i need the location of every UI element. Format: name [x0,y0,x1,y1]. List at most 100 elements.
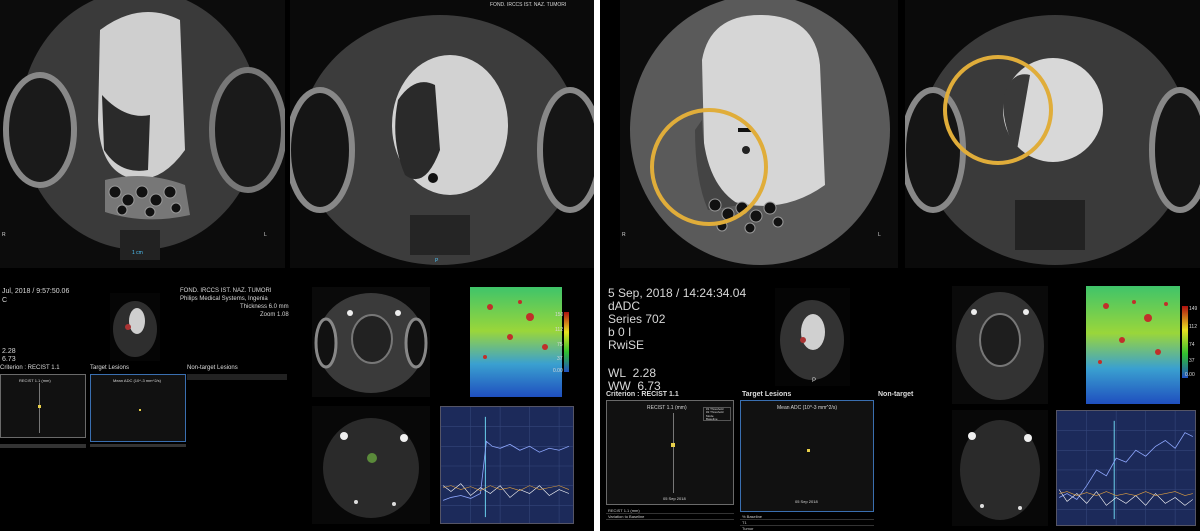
adc-x-label: 05 Sep 2018 [795,499,818,504]
table-cell: Variation to Baseline [608,514,645,519]
mri-diffusion-image [952,410,1048,526]
table-cell: % Baseline [742,514,763,519]
recist-data-point [671,443,675,447]
colorbar-tick: 112 [555,327,563,333]
orientation-left-label: R [622,232,626,238]
recist-table-right: RECIST 1.1 (mm) Variation to Baseline [606,508,734,520]
adc-table-left [90,444,186,447]
b-value-label: b 0 I [608,325,632,339]
adc-colormap-image [470,287,562,397]
signal-curve-svg [441,407,573,523]
thumbnail-right[interactable] [775,288,850,386]
mri-diffusion-view-left[interactable] [312,406,430,524]
vendor-info: Philips Medical Systems, Ingenia [180,296,268,302]
mri-coronal-view-left[interactable]: L R 1 cm [0,0,285,268]
adc-colormap-right[interactable] [1086,286,1180,404]
colorbar-right [1182,306,1188,378]
colorbar-tick: 37 [1189,358,1195,364]
table-cell: Tumor [742,526,754,531]
adc-chart-title: Mean ADC (10^-3 mm^2/s) [113,378,161,383]
thickness-info: Thickness 6.0 mm [240,304,289,310]
signal-curve-chart-right[interactable] [1056,410,1196,526]
adc-colormap-left[interactable] [470,287,562,397]
colorbar-tick: 0.00 [1185,372,1195,378]
study-datetime: Jul, 2018 / 9:57:50.06 [2,288,70,295]
adc-chart-box[interactable]: Mean ADC (10^-3 mm^2/s) 05 Sep 2018 [740,400,874,512]
sequence-label: RwiSE [608,338,645,352]
thumbnail-image [110,293,160,361]
colorbar-tick: 37 [557,356,563,362]
nontarget-lesions-header: Non-target Lesions [187,365,238,371]
study-datetime: 5 Sep, 2018 / 14:24:34.04 [608,286,747,300]
criterion-label: Criterion : RECIST 1.1 [606,391,679,398]
signal-curve-svg [1057,411,1195,525]
wl-label: WL 2.28 [608,366,657,380]
colorbar-tick: 0.00 [553,368,563,374]
legend-item: Baseline [706,417,718,422]
colorbar-tick: 149 [1189,306,1198,312]
recist-chart-box[interactable]: RECIST 1.1 (mm) [0,374,86,438]
adc-chart-title: Mean ADC (10^-3 mm^2/s) [777,405,837,411]
recist-chart-title: RECIST 1.1 (mm) [19,378,51,383]
adc-chart-box[interactable]: Mean ADC (10^-3 mm^2/s) [90,374,186,442]
nontarget-lesions-header: Non-target [878,391,914,398]
colorbar-tick: 112 [1189,324,1197,330]
adc-data-point [139,409,141,411]
orientation-left-label: R [2,232,6,238]
colorbar-tick: 150 [555,312,564,318]
table-cell: RECIST 1.1 (mm) [608,508,640,513]
table-row [0,447,86,448]
orientation-right-label: L [878,232,881,238]
wl-value: 2.28 [632,366,657,380]
series-label: Series 702 [608,312,666,326]
recist-chart-box[interactable]: RECIST 1.1 (mm) 05 Sep 2018 #1 Threshold… [606,400,734,505]
mri-axial-image [290,0,594,268]
zoom-info: Zoom 1.08 [260,312,289,318]
right-viewer-panel: L R 5 Sep, 2018 / 14:24:34.04 dADC Serie… [600,0,1200,531]
hospital-label: FOND. IRCCS IST. NAZ. TUMORI [490,2,567,8]
scale-label: 1 cm [132,250,143,256]
table-row: Tumor [740,526,874,531]
mri-diffusion-view-right[interactable] [952,410,1048,526]
wl-value: 2.28 [2,348,16,355]
mri-dwi-view-left[interactable] [312,287,430,397]
mri-dwi-image [312,287,430,397]
mri-dwi-view-right[interactable] [952,286,1048,404]
signal-curve-chart-left[interactable] [440,406,574,524]
mri-coronal-image [0,0,285,268]
orientation-bottom-label: P [812,378,817,384]
recist-axis-line [39,383,40,433]
left-viewer-panel: L R 1 cm FOND. IRCCS IST. NAZ. TUMORI P … [0,0,594,531]
recist-legend: #1 Threshold #2 Threshold Mode Baseline [703,407,731,421]
series-prefix: C [2,297,8,304]
thumbnail-left[interactable] [110,293,160,361]
colorbar-tick: 74 [1189,342,1195,348]
orientation-bottom-label: P [435,258,439,264]
recist-data-point [38,405,41,408]
map-label: dADC [608,299,641,313]
table-row: Variation to Baseline [606,514,734,520]
mri-axial-view-left[interactable]: FOND. IRCCS IST. NAZ. TUMORI P [290,0,594,268]
recist-axis-line [673,413,674,493]
lesion-highlight-ring [650,108,768,226]
colorbar-left [564,312,569,372]
adc-data-point [807,449,810,452]
adc-table-right: % Baseline T1 Tumor [740,514,874,531]
lesion-highlight-ring [943,55,1053,165]
nontarget-strip [187,374,287,380]
colorbar-tick: 75 [557,342,563,348]
table-row [90,446,186,447]
mri-diffusion-image [312,406,430,524]
ww-value: 6.73 [2,356,16,363]
recist-table-left [0,444,86,448]
hospital-info: FOND. IRCCS IST. NAZ. TUMORI [180,288,272,294]
recist-x-label: 05 Sep 2018 [663,496,686,501]
mri-dwi-image [952,286,1048,404]
table-cell: T1 [742,520,747,525]
target-lesions-header: Target Lesions [90,365,130,371]
adc-colormap-image [1086,286,1180,404]
thumbnail-image [775,288,850,386]
target-lesions-header: Target Lesions [742,391,792,398]
criterion-label: Criterion : RECIST 1.1 [0,365,60,371]
recist-chart-title: RECIST 1.1 (mm) [647,405,687,411]
